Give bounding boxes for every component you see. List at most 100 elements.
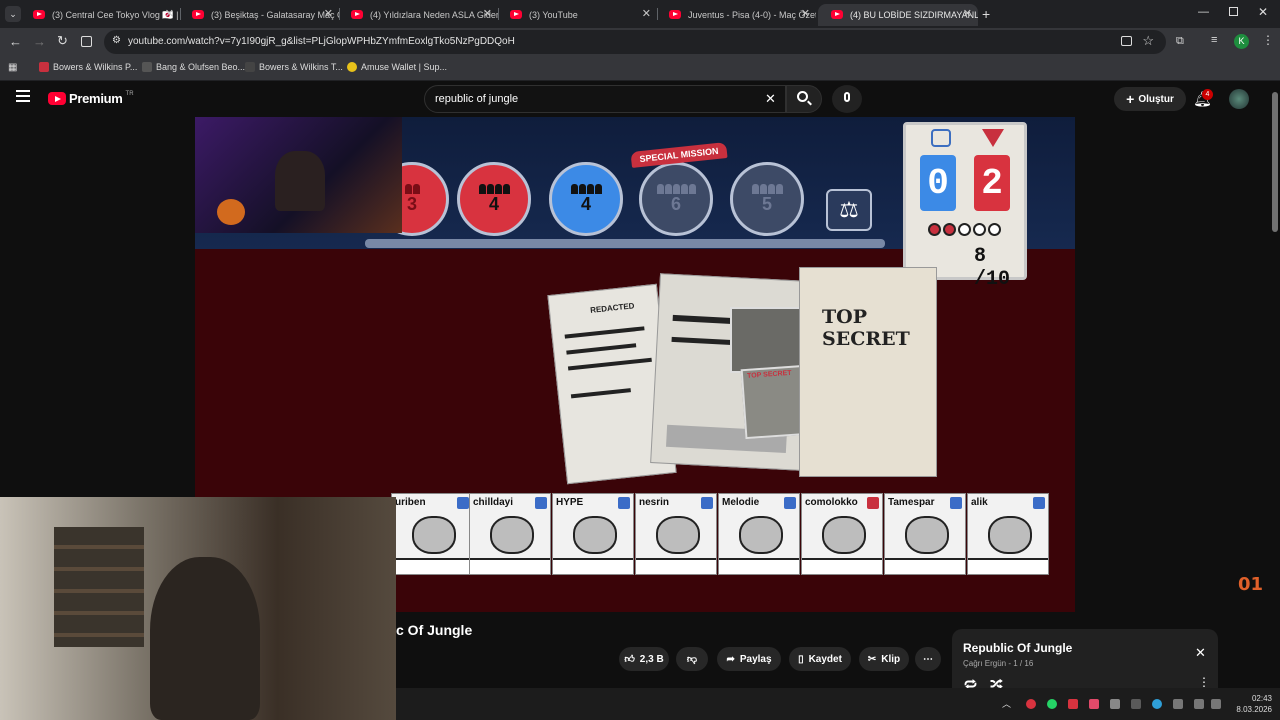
- minimize-icon[interactable]: —: [1198, 6, 1209, 18]
- apps-grid-icon[interactable]: ▦: [8, 62, 17, 73]
- address-bar[interactable]: ⚙ youtube.com/watch?v=7y1I90gjR_g&list=P…: [104, 30, 1166, 54]
- search-button[interactable]: [786, 85, 822, 113]
- search-input[interactable]: republic of jungle: [435, 93, 518, 105]
- close-tab-icon[interactable]: ✕: [165, 7, 174, 20]
- scissors-icon: ✂: [867, 653, 877, 665]
- windows-taskbar: ︿ 02:43 8.03.2026: [396, 688, 1280, 720]
- bookmark-item[interactable]: Bang & Olufsen Beo...: [142, 62, 245, 72]
- browser-tab[interactable]: (4) Yıldızlara Neden ASLA Gider ✕: [338, 4, 498, 26]
- mission-value: 4: [580, 193, 591, 214]
- playlist-owner[interactable]: Çağrı Ergün: [963, 659, 1006, 668]
- player-name: chilldayi: [473, 497, 514, 508]
- tab-search-button[interactable]: ⌄: [5, 6, 21, 22]
- install-app-icon[interactable]: [1121, 36, 1132, 46]
- url-text: youtube.com/watch?v=7y1I90gjR_g&list=PLj…: [128, 36, 515, 47]
- profile-avatar[interactable]: K: [1234, 34, 1249, 49]
- browser-tab[interactable]: (3) Beşiktaş - Galatasaray Maç Ö ✕: [179, 4, 339, 26]
- close-tab-icon[interactable]: ✕: [963, 7, 972, 20]
- dislike-button[interactable]: 👎︎: [676, 647, 708, 671]
- bookmark-star-icon[interactable]: ☆: [1142, 33, 1154, 49]
- app-tray-icon[interactable]: [1089, 699, 1099, 709]
- youtube-favicon-icon: [831, 10, 843, 19]
- clip-button[interactable]: ✂ Klip: [859, 647, 909, 671]
- player-avatar: [822, 516, 866, 554]
- whatsapp-icon[interactable]: [1047, 699, 1057, 709]
- player-card: HYPE: [552, 493, 634, 575]
- search-box[interactable]: republic of jungle ✕: [424, 85, 786, 113]
- browser-menu-icon[interactable]: ⋮: [1262, 33, 1274, 47]
- player-name: comolokko: [805, 497, 858, 508]
- site-info-icon[interactable]: ⚙: [112, 35, 121, 46]
- voice-search-button[interactable]: [832, 85, 862, 113]
- app-tray-icon[interactable]: [1068, 699, 1078, 709]
- team-icon: [478, 183, 510, 194]
- playlist-title[interactable]: Republic Of Jungle: [963, 641, 1072, 655]
- player-card: alik: [967, 493, 1049, 575]
- close-tab-icon[interactable]: ✕: [483, 7, 492, 20]
- reload-icon[interactable]: ↻: [57, 33, 68, 49]
- new-tab-icon[interactable]: +: [982, 6, 990, 22]
- account-avatar[interactable]: [1229, 89, 1249, 109]
- close-tab-icon[interactable]: ✕: [801, 7, 810, 20]
- bookmark-favicon-icon: [245, 62, 255, 72]
- vote-empty-dot: [958, 223, 971, 236]
- side-panel-icon[interactable]: [81, 36, 92, 47]
- hamburger-menu-icon[interactable]: [16, 90, 30, 102]
- security-shield-icon[interactable]: [1152, 699, 1162, 709]
- bookmark-label: Bowers & Wilkins T...: [259, 62, 343, 72]
- extensions-icon[interactable]: ⧉: [1176, 35, 1184, 48]
- page-scrollbar[interactable]: [1272, 92, 1278, 232]
- browser-tab[interactable]: (3) YouTube ✕: [497, 4, 657, 26]
- mission-circle: 4: [549, 162, 623, 236]
- restore-icon[interactable]: [1229, 7, 1238, 16]
- browser-tab[interactable]: (3) Central Cee Tokyo Vlog 🇯🇵 | (✕: [20, 4, 180, 26]
- bluetooth-icon[interactable]: [1131, 699, 1141, 709]
- system-clock[interactable]: 02:43 8.03.2026: [1236, 693, 1272, 715]
- player-card: uriben: [391, 493, 473, 575]
- bookmark-icon: ▯: [798, 653, 804, 665]
- vote-fail-dot: [928, 223, 941, 236]
- player-vote-bar: [392, 558, 472, 574]
- tab-label: (4) Yıldızlara Neden ASLA Gider: [370, 10, 498, 20]
- browser-tab[interactable]: Juventus - Pisa (4-0) - Maç Özet ✕: [656, 4, 816, 26]
- display-icon[interactable]: [1194, 699, 1204, 709]
- doc-tag: REDACTED: [589, 301, 635, 315]
- bookmark-item[interactable]: Bowers & Wilkins P...: [39, 62, 137, 72]
- share-icon: ➦: [726, 653, 735, 665]
- forward-icon[interactable]: →: [33, 34, 46, 49]
- close-window-icon[interactable]: ✕: [1258, 5, 1268, 19]
- player-avatar: [656, 516, 700, 554]
- blue-score: 0: [920, 155, 956, 211]
- youtube-favicon-icon: [669, 10, 681, 19]
- tray-expand-icon[interactable]: ︿: [1002, 697, 1011, 710]
- clear-search-icon[interactable]: ✕: [765, 91, 776, 107]
- microphone-tray-icon[interactable]: [1173, 699, 1183, 709]
- player-status-icon: [457, 497, 469, 509]
- close-tab-icon[interactable]: ✕: [642, 7, 651, 20]
- player-card: chilldayi: [469, 493, 551, 575]
- team-icon: [751, 183, 783, 194]
- like-button[interactable]: 👍︎ 2,3 B: [619, 647, 669, 671]
- close-tab-icon[interactable]: ✕: [324, 7, 333, 20]
- back-icon[interactable]: ←: [9, 34, 22, 49]
- create-button[interactable]: + Oluştur: [1114, 87, 1186, 111]
- logo-region: TR: [125, 90, 134, 97]
- share-button[interactable]: ➦ Paylaş: [717, 647, 781, 671]
- volume-icon[interactable]: [1211, 699, 1221, 709]
- mission-value: 5: [761, 193, 772, 214]
- tab-label: (3) Central Cee Tokyo Vlog 🇯🇵 | (: [52, 9, 180, 20]
- playlist-menu-icon[interactable]: ⋮: [1198, 675, 1210, 689]
- close-playlist-icon[interactable]: ✕: [1195, 645, 1206, 661]
- more-actions-button[interactable]: ⋯: [915, 647, 941, 671]
- media-control-icon[interactable]: ≡: [1211, 34, 1217, 46]
- mic-muted-icon[interactable]: [1026, 699, 1036, 709]
- bookmark-item[interactable]: Amuse Wallet | Sup...: [347, 62, 447, 72]
- team-icon: [656, 183, 696, 194]
- bookmark-item[interactable]: Bowers & Wilkins T...: [245, 62, 343, 72]
- bookmark-favicon-icon: [347, 62, 357, 72]
- browser-tab-active[interactable]: (4) BU LOBİDE SIZDIRMAYANLA ✕: [818, 4, 978, 26]
- youtube-logo[interactable]: Premium TR: [48, 91, 134, 106]
- app-tray-icon[interactable]: [1110, 699, 1120, 709]
- vote-empty-dot: [988, 223, 1001, 236]
- save-button[interactable]: ▯ Kaydet: [789, 647, 851, 671]
